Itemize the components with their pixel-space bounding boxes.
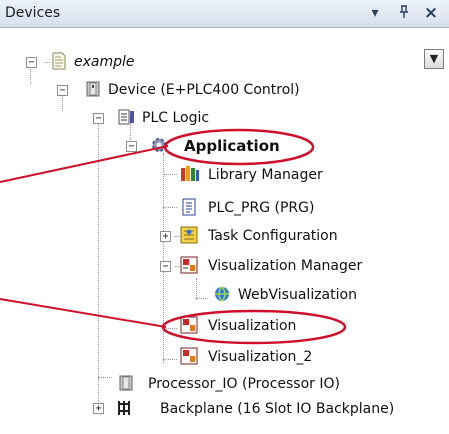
close-icon[interactable]: × (423, 5, 439, 22)
dropdown-arrow-icon[interactable]: ▾ (367, 5, 383, 21)
tree-item-plc-prg[interactable]: PLC_PRG (PRG) (208, 199, 314, 217)
tree-item-visualization-2[interactable]: Visualization_2 (208, 348, 312, 366)
panel-title: Devices (5, 5, 61, 21)
devices-panel: Devices ▾ × ▼ − example − Device (E+PLC4… (0, 0, 449, 434)
tree-item-plc-logic[interactable]: PLC Logic (142, 109, 209, 127)
device-tree: − example − Device (E+PLC400 Control) − … (0, 28, 449, 434)
toggle-task-configuration[interactable]: + (160, 231, 171, 242)
tree-item-visualization[interactable]: Visualization (208, 317, 296, 335)
toggle-example[interactable]: − (26, 57, 37, 68)
tree-item-task-configuration[interactable]: Task Configuration (208, 227, 338, 245)
project-document-icon (50, 52, 68, 70)
panel-titlebar: Devices ▾ × (0, 0, 449, 28)
toggle-visualization-manager[interactable]: − (160, 261, 171, 272)
backplane-icon (115, 399, 133, 417)
tree-item-application[interactable]: Application (184, 137, 280, 155)
toggle-device[interactable]: − (57, 85, 68, 96)
tree-item-web-visualization[interactable]: WebVisualization (238, 286, 357, 304)
web-visualization-icon (213, 285, 231, 303)
tree-item-processor-io[interactable]: Processor_IO (Processor IO) (148, 375, 340, 393)
library-books-icon (180, 165, 199, 183)
visualization-icon (180, 316, 198, 334)
tree-item-backplane[interactable]: Backplane (16 Slot IO Backplane) (160, 400, 394, 418)
toggle-backplane[interactable]: + (93, 403, 104, 414)
visualization-manager-icon (180, 256, 198, 274)
task-configuration-icon (180, 226, 198, 244)
program-pou-icon (180, 198, 198, 216)
pin-icon[interactable] (396, 5, 412, 21)
visualization-2-icon (180, 347, 198, 365)
toggle-plc-logic[interactable]: − (93, 113, 104, 124)
device-icon (84, 80, 102, 98)
processor-io-icon (117, 374, 135, 392)
tree-item-library-manager[interactable]: Library Manager (208, 166, 323, 184)
toggle-application[interactable]: − (126, 141, 137, 152)
plc-logic-icon (117, 108, 135, 126)
application-gear-icon (150, 136, 168, 154)
tree-item-example[interactable]: example (74, 53, 135, 71)
tree-item-visualization-manager[interactable]: Visualization Manager (208, 257, 362, 275)
tree-item-device[interactable]: Device (E+PLC400 Control) (108, 81, 300, 99)
